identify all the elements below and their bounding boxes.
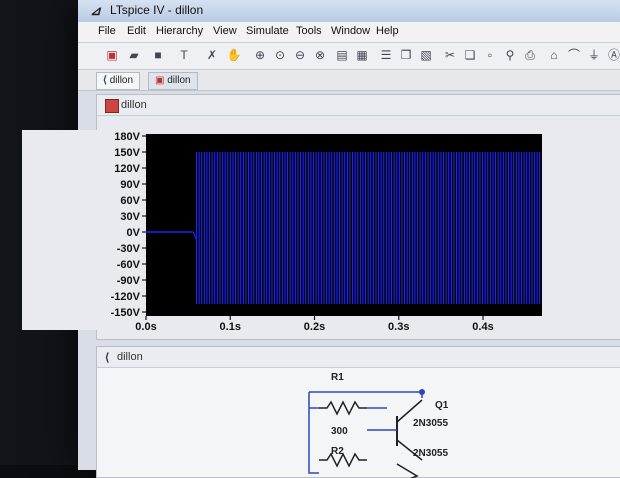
schematic-pane-title: dillon [117, 351, 143, 363]
document-tabs: ⟨ dillon ▣ dillon [78, 70, 620, 91]
menu-view[interactable]: View [213, 25, 237, 37]
y-tick-label: 30V [120, 211, 140, 223]
y-tick-label: -30V [117, 243, 141, 255]
q1-second-transistor [396, 463, 419, 478]
cut-icon[interactable]: ✂ [442, 47, 458, 63]
zoom-in-icon[interactable]: ⊕ [252, 47, 268, 63]
zoom-fit-icon[interactable]: ⊗ [312, 47, 328, 63]
waveform-plot[interactable]: 180V 150V 120V 90V 60V 30V 0V -30V -60V -90V -120V… [22, 130, 542, 330]
schematic-junction [419, 389, 425, 395]
menu-window[interactable]: Window [331, 25, 370, 37]
menu-hierarchy[interactable]: Hierarchy [156, 25, 203, 37]
schematic-icon: ⟨ [105, 352, 110, 364]
menu-help[interactable]: Help [376, 25, 399, 37]
grid-icon[interactable]: ▦ [354, 47, 370, 63]
pan-icon[interactable]: ✋ [226, 47, 242, 63]
run-icon[interactable]: ✗ [204, 47, 220, 63]
ground-icon[interactable]: ⏚ [586, 47, 602, 63]
x-tick-label: 0.0s [135, 321, 156, 330]
y-tick-label: 120V [114, 163, 140, 175]
tab-waveform[interactable]: ▣ dillon [148, 72, 198, 90]
cascade-icon[interactable]: ❐ [398, 47, 414, 63]
menu-bar: File Edit Hierarchy View Simulate Tools … [78, 22, 620, 43]
r2-name: R2 [331, 446, 344, 457]
r1-name: R1 [331, 372, 344, 383]
resistor-r1 [319, 400, 367, 416]
menu-file[interactable]: File [98, 25, 116, 37]
menu-simulate[interactable]: Simulate [246, 25, 289, 37]
y-tick-label: -120V [111, 291, 141, 303]
new-schematic-icon[interactable]: ▣ [104, 47, 120, 63]
save-icon[interactable]: ■ [150, 47, 166, 63]
schematic-canvas[interactable]: R1 300 R2 Q1 2N3055 2N3055 [97, 368, 620, 478]
autorange-icon[interactable]: ▤ [334, 47, 350, 63]
waveform-icon: ▣ [155, 75, 168, 86]
tab-label: dillon [167, 75, 191, 86]
close-all-icon[interactable]: ▧ [418, 47, 434, 63]
r1-value: 300 [331, 426, 348, 437]
tile-horizontal-icon[interactable]: ☰ [378, 47, 394, 63]
x-tick-label: 0.2s [304, 321, 325, 330]
y-tick-label: -150V [111, 307, 141, 319]
schematic-pane-titlebar: ⟨ dillon [97, 347, 620, 368]
open-icon[interactable]: ▰ [126, 47, 142, 63]
y-tick-label: 60V [120, 195, 140, 207]
y-tick-label: 90V [120, 179, 140, 191]
q1-name: Q1 [435, 400, 449, 411]
schematic-wire-top [309, 391, 423, 398]
title-bar: ⊿ LTspice IV - dillon [78, 0, 620, 23]
paste-icon[interactable]: ▫ [482, 47, 498, 63]
tab-label: dillon [109, 75, 134, 86]
schematic-drawing [308, 389, 425, 478]
zoom-back-icon[interactable]: ⊙ [272, 47, 288, 63]
y-tick-label: -60V [117, 259, 141, 271]
menu-edit[interactable]: Edit [127, 25, 146, 37]
q1-model: 2N3055 [413, 418, 449, 429]
tab-schematic[interactable]: ⟨ dillon [96, 72, 141, 90]
copy-icon[interactable]: ❏ [462, 47, 478, 63]
waveform-pane-title: dillon [121, 99, 147, 111]
schematic-pane[interactable]: ⟨ dillon R1 300 R2 Q1 2N3055 2N3055 [96, 346, 620, 478]
print-preview-icon[interactable]: ⌂ [546, 47, 562, 63]
control-panel-icon[interactable]: T [176, 47, 192, 63]
x-tick-label: 0.1s [220, 321, 241, 330]
ltspice-logo-icon: ⊿ [90, 3, 101, 18]
x-tick-label: 0.4s [472, 321, 493, 330]
label-icon[interactable]: Ⓐ [606, 47, 620, 63]
wire-icon[interactable]: ⌒ [566, 47, 582, 63]
y-tick-label: -90V [117, 275, 141, 287]
y-tick-label: 180V [114, 131, 140, 143]
q1-model-2: 2N3055 [413, 448, 449, 459]
waveform-pane-titlebar: dillon [97, 95, 620, 116]
print-icon[interactable]: ⎙ [522, 47, 538, 63]
schematic-icon: ⟨ [103, 75, 110, 86]
y-tick-label: 150V [114, 147, 140, 159]
menu-tools[interactable]: Tools [296, 25, 322, 37]
y-tick-label: 0V [127, 227, 141, 239]
window-title: LTspice IV - dillon [110, 3, 204, 17]
find-icon[interactable]: ⚲ [502, 47, 518, 63]
waveform-icon [105, 99, 119, 113]
schematic-wire-outer [308, 392, 319, 474]
x-tick-label: 0.3s [388, 321, 409, 330]
toolbar: ▣ ▰ ■ T ✗ ✋ ⊕ ⊙ ⊖ ⊗ ▤ ▦ ☰ ❐ ▧ ✂ ❏ ▫ ⚲ ⎙ … [78, 43, 620, 70]
zoom-out-icon[interactable]: ⊖ [292, 47, 308, 63]
